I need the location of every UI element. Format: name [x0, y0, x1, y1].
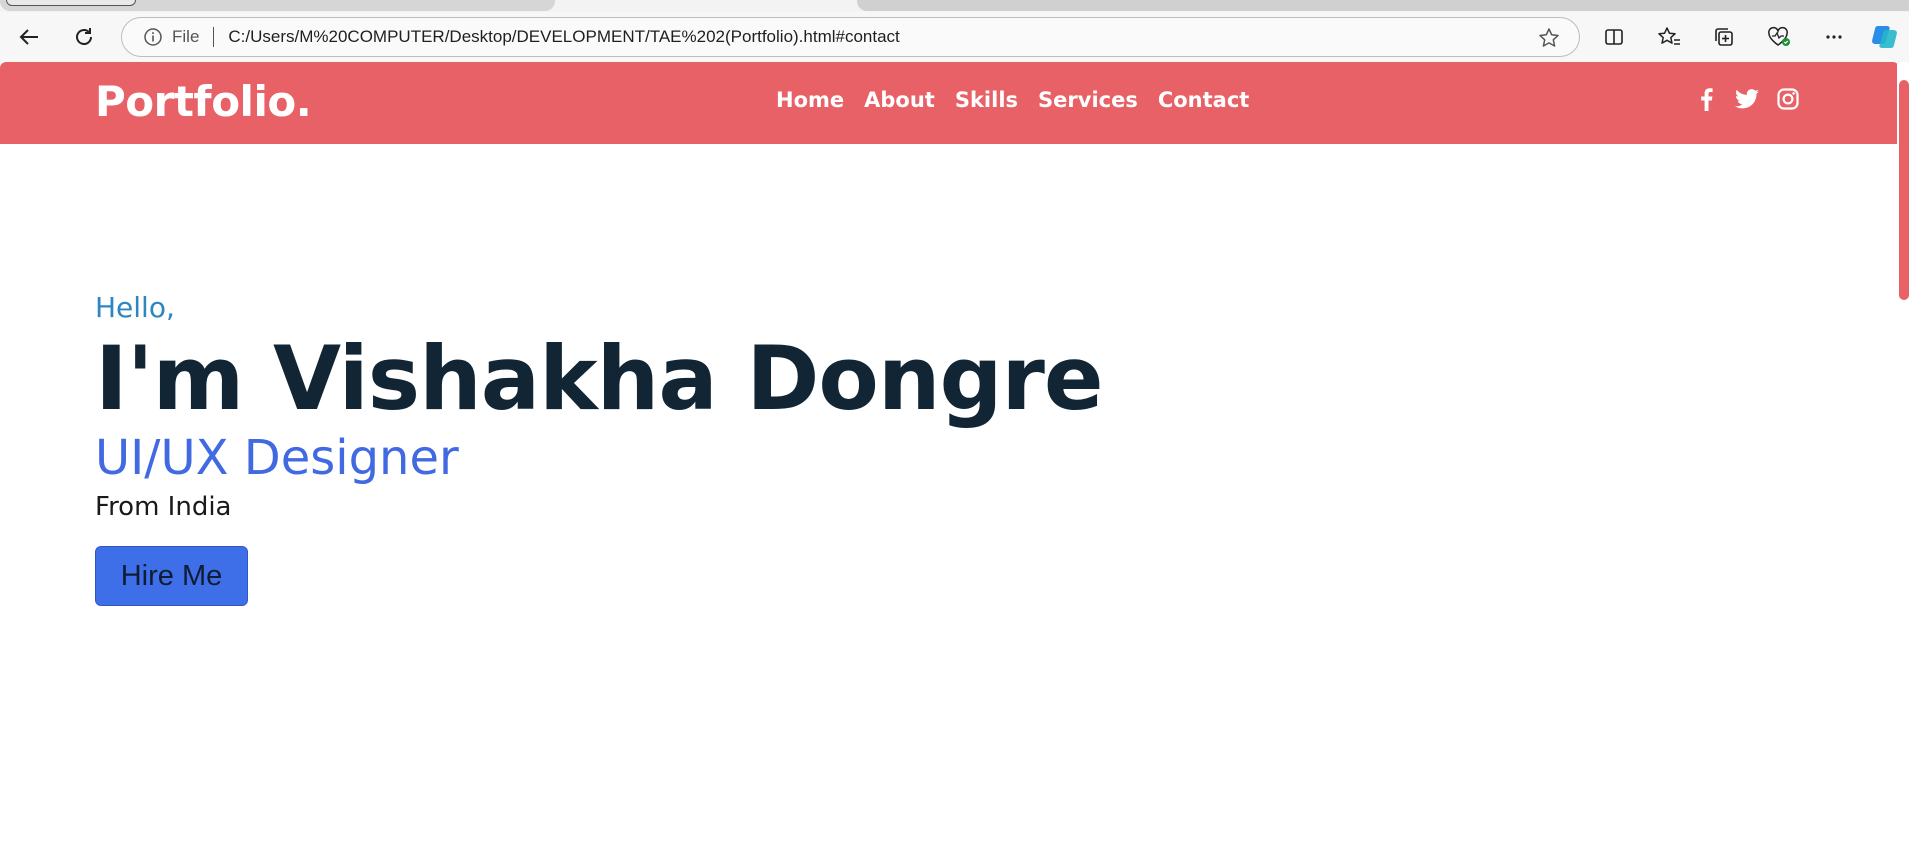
site-header: Portfolio. Home About Skills Services Co… — [0, 62, 1899, 144]
settings-more-button[interactable] — [1815, 22, 1853, 52]
facebook-icon[interactable] — [1694, 87, 1718, 111]
copilot-button[interactable] — [1866, 22, 1904, 52]
copilot-icon — [1872, 26, 1897, 48]
nav-home-link[interactable]: Home — [776, 88, 844, 112]
address-scheme-label: File — [172, 27, 200, 46]
back-arrow-icon — [19, 29, 38, 45]
hero-location: From India — [95, 492, 232, 522]
reload-button[interactable] — [65, 22, 103, 52]
reload-icon — [76, 28, 92, 45]
address-url[interactable]: C:/Users/M%20COMPUTER/Desktop/DEVELOPMEN… — [228, 27, 899, 47]
hero-greeting: Hello, — [95, 291, 175, 324]
main-nav: Home About Skills Services Contact — [776, 88, 1249, 112]
hero-name-heading: I'm Vishakha Dongre — [95, 327, 1104, 430]
nav-services-link[interactable]: Services — [1038, 88, 1138, 112]
split-screen-button[interactable] — [1595, 22, 1633, 52]
site-logo[interactable]: Portfolio. — [95, 77, 312, 126]
tab-strip — [0, 0, 1909, 12]
page-scrollbar-thumb[interactable] — [1899, 80, 1909, 300]
address-separator — [213, 27, 215, 47]
browser-tab-inactive[interactable] — [857, 0, 1909, 11]
favorites-button[interactable] — [1650, 22, 1688, 52]
nav-contact-link[interactable]: Contact — [1158, 88, 1250, 112]
hero-role: UI/UX Designer — [95, 430, 459, 486]
nav-about-link[interactable]: About — [864, 88, 935, 112]
browser-toolbar: File C:/Users/M%20COMPUTER/Desktop/DEVEL… — [0, 12, 1909, 62]
back-button[interactable] — [10, 22, 48, 52]
site-info-icon[interactable] — [142, 26, 164, 48]
collections-icon — [1715, 28, 1733, 46]
tab-group-pill[interactable] — [6, 0, 136, 6]
browser-tab-active[interactable] — [0, 0, 555, 11]
social-links — [1694, 87, 1800, 111]
collections-button[interactable] — [1705, 22, 1743, 52]
twitter-icon[interactable] — [1735, 87, 1759, 111]
hero-section: Hello, I'm Vishakha Dongre UI/UX Designe… — [95, 290, 1295, 606]
nav-skills-link[interactable]: Skills — [955, 88, 1018, 112]
address-bar[interactable]: File C:/Users/M%20COMPUTER/Desktop/DEVEL… — [121, 17, 1580, 57]
heart-pulse-icon — [1768, 26, 1790, 46]
favorite-star-icon[interactable] — [1537, 26, 1561, 50]
browser-essentials-button[interactable] — [1760, 22, 1798, 52]
more-dots-icon — [1826, 35, 1842, 39]
favorites-icon — [1658, 27, 1680, 45]
instagram-icon[interactable] — [1776, 87, 1800, 111]
hire-me-button[interactable]: Hire Me — [95, 546, 248, 606]
split-screen-icon — [1605, 29, 1623, 45]
